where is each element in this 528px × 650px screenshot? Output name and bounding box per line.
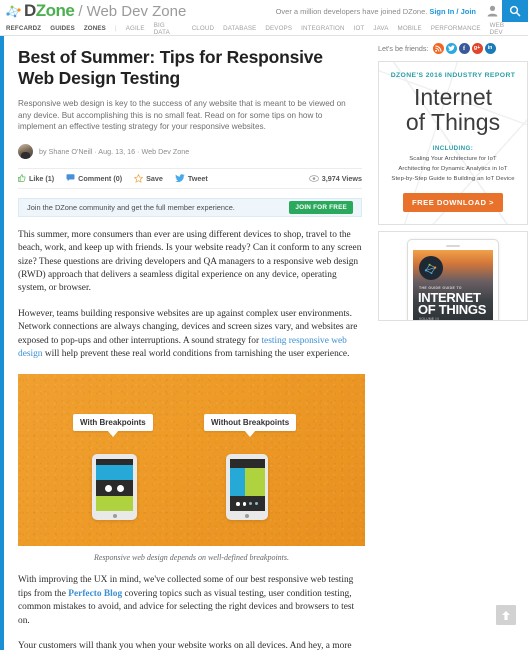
nav-item-mobile[interactable]: MOBILE [398, 25, 422, 32]
page-body: Best of Summer: Tips for Responsive Web … [0, 36, 528, 650]
page-title: Best of Summer: Tips for Responsive Web … [18, 47, 323, 88]
callout-with-breakpoints: With Breakpoints [73, 414, 153, 438]
article-paragraph-4: Your customers will thank you when your … [18, 641, 352, 650]
tablet-device-mock: THE GUIDE GUIDE TO INTERNET OF THINGS VO… [407, 239, 499, 321]
search-icon[interactable] [502, 0, 528, 22]
byline-text: by Shane O'Neill · Aug. 13, 16 · Web Dev… [39, 146, 190, 156]
article-column: Best of Summer: Tips for Responsive Web … [0, 36, 378, 650]
nav-item-web-dev[interactable]: WEB DEV [490, 22, 519, 36]
logo-text-zone: Zone [35, 1, 75, 20]
rss-icon[interactable] [432, 42, 444, 54]
guide-cover-image: THE GUIDE GUIDE TO INTERNET OF THINGS VO… [413, 250, 493, 321]
logo-slash: / [78, 3, 83, 20]
facebook-icon[interactable]: f [458, 42, 470, 54]
view-count-label: 3,974 Views [321, 173, 362, 183]
like-button[interactable]: Like (1) [18, 174, 54, 183]
comment-icon [66, 174, 75, 182]
article-action-bar: Like (1) Comment (0) Save Tweet 3,974 Vi… [18, 167, 362, 189]
comment-button[interactable]: Comment (0) [66, 174, 122, 183]
tweet-label: Tweet [187, 173, 208, 183]
article-figure: With Breakpoints Without Breakpoints Res… [18, 374, 365, 563]
tweet-button[interactable]: Tweet [175, 174, 208, 183]
like-label: Like (1) [29, 173, 55, 183]
tablet-screen-split [229, 459, 265, 512]
arrow-up-icon [501, 610, 511, 621]
dzone-badge-icon [419, 256, 443, 280]
nav-separator: | [114, 25, 117, 32]
star-icon [134, 173, 144, 183]
save-label: Save [146, 173, 163, 183]
byline: by Shane O'Neill · Aug. 13, 16 · Web Dev… [18, 143, 362, 159]
view-count: 3,974 Views [308, 173, 362, 183]
eye-icon [308, 175, 319, 182]
paragraph-2-post: will help prevent these real world condi… [42, 349, 350, 360]
perfecto-blog-link[interactable]: Perfecto Blog [68, 589, 122, 599]
page-root: D Zone / Web Dev Zone Over a million dev… [0, 0, 528, 650]
nav-item-guides[interactable]: GUIDES [50, 25, 75, 32]
social-follow-row: Let's be friends: f g+ in [378, 40, 528, 56]
free-download-button[interactable]: FREE DOWNLOAD > [403, 193, 503, 212]
main-nav: REFCARDZ GUIDES ZONES | AGILE BIG DATA C… [0, 22, 528, 36]
guide-cover-title2: OF THINGS [418, 302, 487, 317]
thumbs-up-icon [18, 174, 26, 183]
tablet-home-button [112, 514, 117, 519]
join-community-banner: Join the DZone community and get the ful… [18, 197, 362, 217]
nav-item-refcardz[interactable]: REFCARDZ [6, 25, 41, 32]
ad-title-line1: Internet [414, 84, 492, 110]
social-follow-label: Let's be friends: [378, 43, 429, 53]
user-icon[interactable] [482, 0, 502, 22]
article-paragraph-3: With improving the UX in mind, we've col… [18, 574, 362, 628]
logo-subtitle: Web Dev Zone [86, 3, 187, 20]
nav-item-iot[interactable]: IOT [354, 25, 365, 32]
figure-caption: Responsive web design depends on well-de… [94, 553, 289, 563]
join-banner-text: Join the DZone community and get the ful… [27, 202, 235, 212]
nav-item-database[interactable]: DATABASE [223, 25, 256, 32]
googleplus-icon[interactable]: g+ [471, 42, 483, 54]
logo-text-d: D [24, 1, 36, 20]
scroll-to-top-button[interactable] [496, 605, 516, 625]
ad-including-label: INCLUDING: [432, 145, 474, 152]
site-header: D Zone / Web Dev Zone Over a million dev… [0, 0, 528, 22]
site-logo[interactable]: D Zone / Web Dev Zone [0, 1, 186, 21]
nav-item-devops[interactable]: DEVOPS [265, 25, 292, 32]
ad-kicker: DZONE'S 2016 INDUSTRY REPORT [390, 72, 516, 79]
comment-label: Comment (0) [78, 173, 123, 183]
article-paragraph-2: However, teams building responsive websi… [18, 308, 362, 362]
signin-join-link[interactable]: Sign In / Join [429, 7, 476, 16]
article-paragraph-1: This summer, more consumers than ever ar… [18, 229, 362, 294]
nav-item-zones[interactable]: ZONES [84, 25, 106, 32]
save-button[interactable]: Save [134, 173, 163, 183]
nav-item-java[interactable]: JAVA [373, 25, 388, 32]
join-for-free-button[interactable]: JOIN FOR FREE [289, 200, 353, 214]
ad-title-line2: of Things [405, 109, 501, 135]
linkedin-icon[interactable]: in [484, 42, 496, 54]
guide-cover-volume: VOLUME III [419, 317, 440, 321]
nav-item-big-data[interactable]: BIG DATA [154, 22, 183, 36]
nav-item-cloud[interactable]: CLOUD [192, 25, 214, 32]
sidebar: Let's be friends: f g+ in DZONE'S 2016 I… [378, 36, 528, 650]
iot-guide-ad[interactable]: THE GUIDE GUIDE TO INTERNET OF THINGS VO… [378, 231, 528, 321]
twitter-icon[interactable] [445, 42, 457, 54]
header-right: Over a million developers have joined DZ… [276, 0, 528, 22]
dzone-mark-icon [6, 4, 23, 18]
breakpoints-illustration: With Breakpoints Without Breakpoints [18, 374, 365, 547]
tablet-without-breakpoints [226, 454, 268, 521]
avatar [18, 143, 33, 159]
ad-bullet-2: Architecting for Dynamic Analytics in Io… [398, 166, 508, 172]
nav-item-performance[interactable]: PERFORMANCE [431, 25, 481, 32]
twitter-bird-icon [175, 174, 185, 183]
tablet-home-button-2 [245, 514, 249, 519]
tablet-with-breakpoints [92, 454, 137, 521]
tablet-screen-stacked [96, 459, 133, 512]
ad-bullet-3: Step-by-Step Guide to Building an IoT De… [391, 176, 515, 182]
iot-report-ad[interactable]: DZONE'S 2016 INDUSTRY REPORT Internet of… [378, 61, 528, 225]
ad-bullet-1: Scaling Your Architecture for IoT [409, 156, 497, 162]
nav-item-integration[interactable]: INTEGRATION [301, 25, 344, 32]
device-speaker [446, 245, 460, 247]
callout-without-breakpoints: Without Breakpoints [204, 414, 297, 438]
nav-item-agile[interactable]: AGILE [126, 25, 145, 32]
promo-text: Over a million developers have joined DZ… [275, 6, 428, 16]
article-deck: Responsive web design is key to the succ… [18, 99, 346, 132]
